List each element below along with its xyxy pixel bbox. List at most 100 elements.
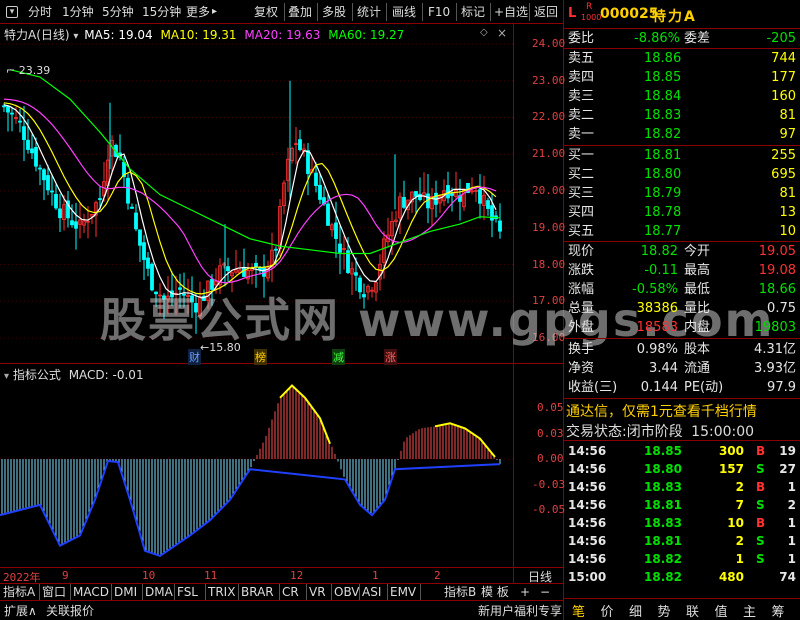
- event-marker-jian[interactable]: 减: [332, 349, 345, 365]
- indicator-tab[interactable]: MACD: [73, 584, 109, 600]
- diamond-icon[interactable]: ◇: [480, 27, 488, 38]
- stat-label: 收益(三): [568, 380, 618, 395]
- candle: [242, 248, 246, 278]
- btn-duogu[interactable]: 多股: [322, 0, 346, 24]
- stat-row: 换手 0.98% 股本 4.31亿: [566, 340, 800, 359]
- stat-label: 现价: [568, 244, 595, 259]
- indicator-tab[interactable]: +: [520, 584, 530, 600]
- btn-tongji[interactable]: 统计: [357, 0, 381, 24]
- tick-time: 14:56: [568, 552, 607, 566]
- indicator-tab[interactable]: 窗口: [42, 584, 66, 600]
- candle: [494, 210, 498, 223]
- buy-row: 买三 18.79 81: [566, 184, 800, 203]
- ad-banner[interactable]: 通达信，仅需1元查看千档行情: [566, 401, 757, 421]
- toolbar-divider: [422, 3, 423, 21]
- indicator-tab[interactable]: BRAR: [241, 584, 274, 600]
- tick-price: 18.83: [644, 480, 682, 494]
- tick-row: 14:56 18.82 1 S 1: [566, 550, 800, 568]
- indicator-tab[interactable]: EMV: [390, 584, 416, 600]
- quote-tab[interactable]: 联: [686, 601, 699, 620]
- indicator-tab[interactable]: DMA: [145, 584, 173, 600]
- btn-zixuan[interactable]: +自选: [494, 0, 528, 24]
- event-marker-bang[interactable]: 榜: [254, 349, 267, 365]
- close-icon[interactable]: ×: [497, 26, 507, 40]
- indicator-tab[interactable]: 模 板: [481, 584, 509, 600]
- footer-promo[interactable]: 新用户福利专享: [478, 602, 562, 619]
- btn-biaoji[interactable]: 标记: [461, 0, 485, 24]
- stat-label: 量比: [684, 301, 711, 316]
- stock-code: 000025: [600, 6, 659, 22]
- candle: [58, 193, 62, 232]
- candle: [402, 180, 406, 209]
- divider: [564, 338, 800, 339]
- tick-count: 19: [779, 444, 796, 458]
- tick-count: 2: [787, 498, 796, 512]
- candle: [306, 142, 310, 196]
- event-marker-zhang[interactable]: 涨: [384, 349, 397, 365]
- candle: [50, 174, 54, 206]
- candle: [42, 167, 46, 201]
- tab-divider: [420, 584, 421, 600]
- candle: [282, 180, 286, 215]
- more-arrow-icon[interactable]: ▸: [212, 0, 217, 24]
- indicator-tab[interactable]: −: [540, 584, 550, 600]
- stat-label: 外盘: [568, 320, 595, 335]
- indicator-tab[interactable]: TRIX: [208, 584, 235, 600]
- buy-label: 买四: [568, 205, 595, 220]
- ma10-line: [3, 102, 497, 295]
- footer-expand[interactable]: 扩展∧: [4, 602, 37, 619]
- quote-tab[interactable]: 笔: [572, 601, 585, 620]
- indicator-tab[interactable]: OBV: [334, 584, 360, 600]
- btn-f10[interactable]: F10: [428, 0, 450, 24]
- tab-1min[interactable]: 1分钟: [62, 0, 94, 24]
- btn-huaxian[interactable]: 画线: [392, 0, 416, 24]
- quote-tab[interactable]: 主: [743, 601, 756, 620]
- candle: [226, 257, 230, 282]
- macd-chart[interactable]: [0, 380, 513, 567]
- tab-more[interactable]: 更多: [186, 0, 210, 24]
- quote-tab[interactable]: 价: [601, 601, 614, 620]
- indicator-tab[interactable]: ASI: [362, 584, 381, 600]
- candle: [90, 213, 94, 225]
- buy-volume: 695: [771, 167, 796, 182]
- tick-count: 74: [779, 570, 796, 584]
- indicator-tab[interactable]: 指标B: [444, 584, 476, 600]
- tab-15min[interactable]: 15分钟: [142, 0, 181, 24]
- stat-value: 4.31亿: [754, 342, 796, 357]
- btn-diejia[interactable]: 叠加: [288, 0, 312, 24]
- tick-price: 18.81: [644, 534, 682, 548]
- stat-row: 总量 38386 量比 0.75: [566, 299, 800, 318]
- trade-status-value: 闭市阶段: [626, 424, 683, 440]
- tab-divider: [70, 584, 71, 600]
- indicator-tab[interactable]: DMI: [114, 584, 137, 600]
- stat-label: 涨幅: [568, 282, 595, 297]
- tab-fenshi[interactable]: 分时: [28, 0, 52, 24]
- stat-value: 3.44: [649, 361, 678, 376]
- indicator-tab[interactable]: FSL: [177, 584, 198, 600]
- tab-5min[interactable]: 5分钟: [102, 0, 134, 24]
- buy-volume: 10: [779, 224, 796, 239]
- quote-tab[interactable]: 势: [658, 601, 671, 620]
- stat-label: 总量: [568, 301, 595, 316]
- settings-icon[interactable]: ▾: [6, 6, 18, 18]
- period-label[interactable]: 日线: [528, 568, 552, 585]
- tick-count: 1: [787, 552, 796, 566]
- indicator-tab[interactable]: 指标A: [3, 584, 35, 600]
- indicator-tab[interactable]: VR: [309, 584, 326, 600]
- btn-fuquan[interactable]: 复权: [254, 0, 278, 24]
- buy-label: 买五: [568, 224, 595, 239]
- buy-price: 18.81: [644, 148, 682, 163]
- buy-price: 18.77: [644, 224, 682, 239]
- footer-related[interactable]: 关联报价: [46, 602, 94, 619]
- quote-tab[interactable]: 细: [629, 601, 642, 620]
- candle: [286, 147, 290, 192]
- stat-label: 流通: [684, 361, 711, 376]
- tick-price: 18.82: [644, 570, 682, 584]
- quote-tab[interactable]: 值: [715, 601, 728, 620]
- stat-value: 38386: [636, 301, 678, 316]
- macd-tick: 0.03: [537, 427, 564, 440]
- btn-fanhui[interactable]: 返回: [534, 0, 558, 24]
- event-marker-cai[interactable]: 财: [188, 349, 201, 365]
- quote-tab[interactable]: 筹: [772, 601, 785, 620]
- indicator-tab[interactable]: CR: [282, 584, 299, 600]
